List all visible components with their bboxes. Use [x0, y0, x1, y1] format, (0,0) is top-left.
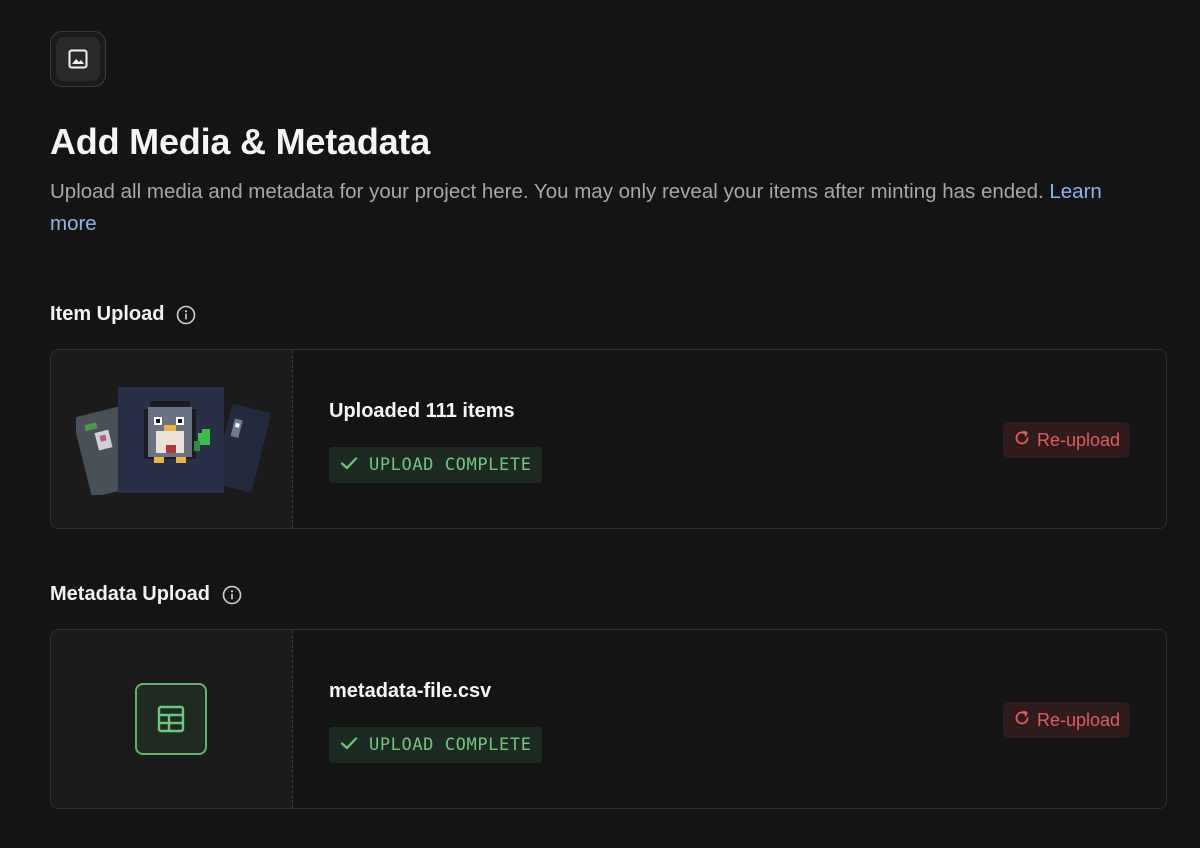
info-icon[interactable] [222, 585, 242, 605]
add-media-page: Add Media & Metadata Upload all media an… [0, 0, 1200, 848]
metadata-upload-label-text: Metadata Upload [50, 583, 211, 605]
page-title: Add Media & Metadata [50, 121, 431, 162]
description-text: Upload all media and metadata for your p… [50, 180, 1044, 203]
upload-status-text: UPLOAD COMPLETE [369, 455, 532, 475]
page-description: Upload all media and metadata for your p… [50, 176, 1150, 240]
item-upload-card: Uploaded 111 items UPLOAD COMPLETE Re-up… [50, 349, 1167, 529]
pixel-penguin-collection-image [76, 387, 271, 495]
item-preview [51, 350, 293, 528]
metadata-upload-card: metadata-file.csv UPLOAD COMPLETE Re-upl… [50, 629, 1167, 809]
metadata-upload-label: Metadata Upload [50, 583, 242, 606]
metadata-preview [51, 630, 293, 808]
item-upload-label-text: Item Upload [50, 303, 165, 325]
check-icon [339, 733, 359, 758]
image-icon [56, 37, 100, 81]
upload-status-text: UPLOAD COMPLETE [369, 735, 532, 755]
item-upload-title: Uploaded 111 items [329, 400, 515, 422]
item-reupload-label: Re-upload [1037, 429, 1121, 450]
metadata-reupload-button[interactable]: Re-upload [1003, 702, 1131, 738]
refresh-icon [1013, 709, 1031, 732]
item-reupload-button[interactable]: Re-upload [1003, 422, 1131, 458]
header-image-icon-box [50, 31, 106, 87]
info-icon[interactable] [176, 305, 196, 325]
upload-status-badge: UPLOAD COMPLETE [329, 727, 542, 763]
upload-status-badge: UPLOAD COMPLETE [329, 447, 542, 483]
table-icon [135, 683, 207, 755]
metadata-reupload-label: Re-upload [1037, 709, 1121, 730]
refresh-icon [1013, 429, 1031, 452]
metadata-upload-title: metadata-file.csv [329, 680, 492, 702]
check-icon [339, 453, 359, 478]
item-upload-label: Item Upload [50, 303, 196, 326]
